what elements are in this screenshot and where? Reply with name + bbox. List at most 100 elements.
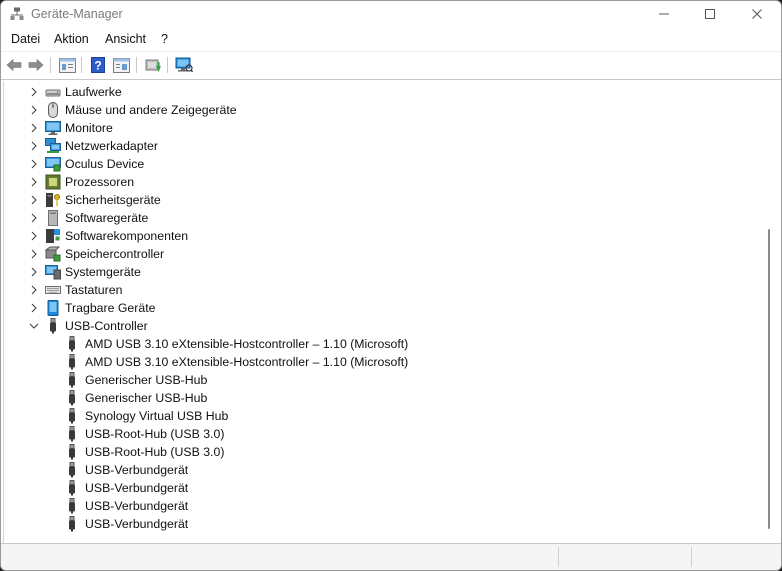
status-bar <box>1 543 781 570</box>
software-component-icon <box>46 229 60 243</box>
usb-icon <box>69 462 75 478</box>
menu-ansicht[interactable]: Ansicht <box>105 32 146 46</box>
portable-device-icon <box>47 300 59 316</box>
update-driver-icon <box>145 59 161 72</box>
tree-item-label: Oculus Device <box>65 157 145 171</box>
tree-item-maeuse[interactable]: Mäuse und andere Zeigegeräte <box>4 101 744 119</box>
chevron-right-icon[interactable] <box>28 176 40 188</box>
tree-item-usb-controller[interactable]: USB-Controller <box>4 317 744 335</box>
tree-item-label: Softwaregeräte <box>65 211 149 225</box>
security-device-icon <box>46 193 60 207</box>
chevron-right-icon[interactable] <box>28 302 40 314</box>
usb-child-item[interactable]: AMD USB 3.10 eXtensible-Hostcontroller –… <box>4 335 744 353</box>
vertical-scrollbar[interactable] <box>766 81 774 543</box>
view-button[interactable] <box>112 56 130 74</box>
tree-item-prozessoren[interactable]: Prozessoren <box>4 173 744 191</box>
tree-item-label: Monitore <box>65 121 113 135</box>
toolbar: ? <box>1 51 781 80</box>
device-manager-app-icon <box>10 7 24 20</box>
usb-icon <box>69 498 75 514</box>
tree-item-tastaturen[interactable]: Tastaturen <box>4 281 744 299</box>
close-icon <box>752 9 762 19</box>
properties-button[interactable] <box>58 56 76 74</box>
usb-child-label: AMD USB 3.10 eXtensible-Hostcontroller –… <box>85 355 409 369</box>
tree-item-monitore[interactable]: Monitore <box>4 119 744 137</box>
forward-arrow-icon <box>28 58 44 72</box>
usb-icon <box>69 444 75 460</box>
usb-icon <box>69 516 75 532</box>
usb-child-item[interactable]: USB-Verbundgerät <box>4 479 744 497</box>
maximize-button[interactable] <box>687 1 733 27</box>
chevron-right-icon[interactable] <box>28 122 40 134</box>
toolbar-separator <box>136 57 137 73</box>
scrollbar-thumb[interactable] <box>768 229 770 529</box>
chevron-right-icon[interactable] <box>28 104 40 116</box>
usb-child-item[interactable]: Synology Virtual USB Hub <box>4 407 744 425</box>
usb-icon <box>69 336 75 352</box>
tree-item-oculus-device[interactable]: Oculus Device <box>4 155 744 173</box>
chevron-right-icon[interactable] <box>28 194 40 206</box>
tree-item-sicherheitsgeraete[interactable]: Sicherheitsgeräte <box>4 191 744 209</box>
usb-child-label: USB-Root-Hub (USB 3.0) <box>85 427 225 441</box>
forward-button[interactable] <box>27 56 45 74</box>
usb-icon <box>69 390 75 406</box>
menu-datei[interactable]: Datei <box>11 32 40 46</box>
usb-child-item[interactable]: Generischer USB-Hub <box>4 389 744 407</box>
chevron-right-icon[interactable] <box>28 158 40 170</box>
usb-child-label: USB-Root-Hub (USB 3.0) <box>85 445 225 459</box>
tree-item-softwarekomponenten[interactable]: Softwarekomponenten <box>4 227 744 245</box>
toolbar-separator <box>167 57 168 73</box>
maximize-icon <box>705 9 715 19</box>
window-title: Geräte-Manager <box>31 7 123 21</box>
title-bar[interactable]: Geräte-Manager <box>1 1 781 27</box>
tree-item-label: Sicherheitsgeräte <box>65 193 161 207</box>
usb-icon <box>69 426 75 442</box>
toolbar-separator <box>81 57 82 73</box>
usb-child-item[interactable]: USB-Root-Hub (USB 3.0) <box>4 425 744 443</box>
oculus-device-icon <box>45 157 61 172</box>
tree-item-laufwerke[interactable]: Laufwerke <box>4 83 744 101</box>
chevron-right-icon[interactable] <box>28 248 40 260</box>
chevron-right-icon[interactable] <box>28 212 40 224</box>
chevron-right-icon[interactable] <box>28 86 40 98</box>
chevron-right-icon[interactable] <box>28 266 40 278</box>
back-button[interactable] <box>5 56 23 74</box>
system-device-icon <box>45 265 61 280</box>
usb-child-item[interactable]: Generischer USB-Hub <box>4 371 744 389</box>
close-button[interactable] <box>734 1 780 27</box>
minimize-button[interactable] <box>641 1 687 27</box>
usb-child-label: USB-Verbundgerät <box>85 481 189 495</box>
help-button[interactable]: ? <box>89 56 107 74</box>
tree-item-label: Tastaturen <box>65 283 123 297</box>
chevron-right-icon[interactable] <box>28 284 40 296</box>
tree-item-netzwerkadapter[interactable]: Netzwerkadapter <box>4 137 744 155</box>
usb-child-label: USB-Verbundgerät <box>85 499 189 513</box>
network-adapter-icon <box>45 138 61 153</box>
chevron-down-icon[interactable] <box>28 320 40 332</box>
usb-child-item[interactable]: USB-Verbundgerät <box>4 515 744 533</box>
menu-help[interactable]: ? <box>161 32 168 46</box>
usb-child-item[interactable]: USB-Verbundgerät <box>4 497 744 515</box>
processor-icon <box>45 174 61 190</box>
tree-item-systemgeraete[interactable]: Systemgeräte <box>4 263 744 281</box>
menu-aktion[interactable]: Aktion <box>54 32 89 46</box>
tree-item-speichercontroller[interactable]: Speichercontroller <box>4 245 744 263</box>
usb-child-item[interactable]: AMD USB 3.10 eXtensible-Hostcontroller –… <box>4 353 744 371</box>
view-icon <box>112 57 130 73</box>
help-icon: ? <box>91 57 105 73</box>
tree-item-softwaregeraete[interactable]: Softwaregeräte <box>4 209 744 227</box>
usb-child-item[interactable]: USB-Verbundgerät <box>4 461 744 479</box>
device-tree[interactable]: Laufwerke Mäuse und andere Zeigegeräte M… <box>3 81 764 543</box>
storage-controller-icon <box>45 246 61 262</box>
tree-item-label: Tragbare Geräte <box>65 301 156 315</box>
usb-icon <box>69 408 75 424</box>
tree-item-tragbare-geraete[interactable]: Tragbare Geräte <box>4 299 744 317</box>
chevron-right-icon[interactable] <box>28 140 40 152</box>
scan-hardware-button[interactable] <box>175 56 193 74</box>
usb-child-item[interactable]: USB-Root-Hub (USB 3.0) <box>4 443 744 461</box>
chevron-right-icon[interactable] <box>28 230 40 242</box>
usb-child-label: USB-Verbundgerät <box>85 463 189 477</box>
usb-child-label: USB-Verbundgerät <box>85 517 189 531</box>
disk-drive-icon <box>45 89 61 97</box>
update-driver-button[interactable] <box>144 56 162 74</box>
